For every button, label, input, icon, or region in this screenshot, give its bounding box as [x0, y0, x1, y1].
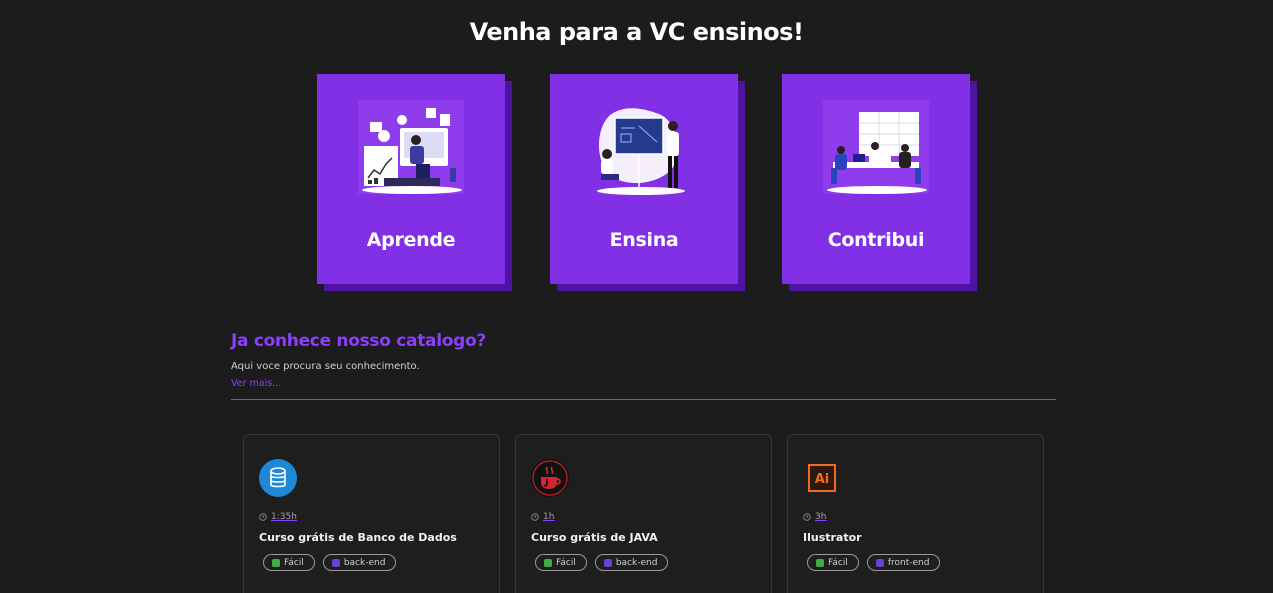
clock-icon	[803, 513, 811, 521]
duration-text: 1h	[543, 512, 555, 522]
feature-card[interactable]: Aprende	[317, 74, 505, 284]
tag-label: back-end	[615, 557, 658, 568]
course-tags: Fácil back-end	[535, 554, 669, 571]
area-icon	[875, 558, 884, 567]
divider	[231, 399, 1056, 400]
course-duration: 1h	[531, 512, 554, 522]
tag-area[interactable]: front-end	[866, 554, 941, 571]
catalog-subtitle: Aqui voce procura seu conhecimento.	[231, 361, 420, 372]
feature-ensina[interactable]: Ensina	[550, 74, 745, 291]
area-icon	[603, 558, 612, 567]
teaching-illustration-icon	[597, 108, 685, 195]
feature-label: Aprende	[366, 229, 456, 251]
course-card[interactable]: 1:35h Curso grátis de Banco de Dados Fác…	[243, 434, 500, 593]
tag-area[interactable]: back-end	[322, 554, 397, 571]
page: Venha para a VC ensinos! Aprende Ensina …	[0, 0, 1273, 593]
feature-label: Contribui	[827, 229, 925, 251]
database-icon	[259, 459, 297, 497]
hero-title: Venha para a VC ensinos!	[469, 18, 804, 46]
duration-text: 1:35h	[271, 512, 297, 522]
tag-area[interactable]: back-end	[594, 554, 669, 571]
feature-card[interactable]: Contribui	[782, 74, 970, 284]
course-card[interactable]: Ai 3h Ilustrator Fácil front-end	[787, 434, 1044, 593]
course-card[interactable]: 1h Curso grátis de JAVA Fácil back-end	[515, 434, 772, 593]
catalog-title: Ja conhece nosso catalogo?	[231, 331, 486, 351]
ver-mais-link[interactable]: Ver mais...	[231, 378, 281, 389]
feature-card[interactable]: Ensina	[550, 74, 738, 284]
collaboration-illustration-icon	[823, 100, 929, 194]
course-title: Curso grátis de Banco de Dados	[259, 531, 457, 544]
tag-level[interactable]: Fácil	[263, 554, 315, 571]
illustrator-icon: Ai	[803, 459, 841, 497]
level-icon	[272, 558, 280, 567]
tag-level[interactable]: Fácil	[535, 554, 587, 571]
feature-aprende[interactable]: Aprende	[317, 74, 512, 291]
course-duration: 3h	[803, 512, 826, 522]
course-duration: 1:35h	[259, 512, 297, 522]
tag-level[interactable]: Fácil	[807, 554, 859, 571]
learning-illustration-icon	[358, 100, 464, 194]
tag-label: front-end	[887, 557, 930, 568]
tag-label: Fácil	[284, 557, 304, 568]
feature-label: Ensina	[609, 229, 679, 251]
feature-contribui[interactable]: Contribui	[782, 74, 977, 291]
clock-icon	[531, 513, 539, 521]
course-tags: Fácil front-end	[807, 554, 941, 571]
course-tags: Fácil back-end	[263, 554, 397, 571]
java-icon	[531, 459, 569, 497]
area-icon	[331, 558, 340, 567]
course-title: Curso grátis de JAVA	[531, 531, 658, 544]
level-icon	[816, 558, 824, 567]
svg-text:Ai: Ai	[815, 472, 830, 487]
tag-label: Fácil	[828, 557, 848, 568]
course-title: Ilustrator	[803, 531, 862, 544]
level-icon	[544, 558, 552, 567]
tag-label: Fácil	[556, 557, 576, 568]
clock-icon	[259, 513, 267, 521]
tag-label: back-end	[343, 557, 386, 568]
duration-text: 3h	[815, 512, 827, 522]
